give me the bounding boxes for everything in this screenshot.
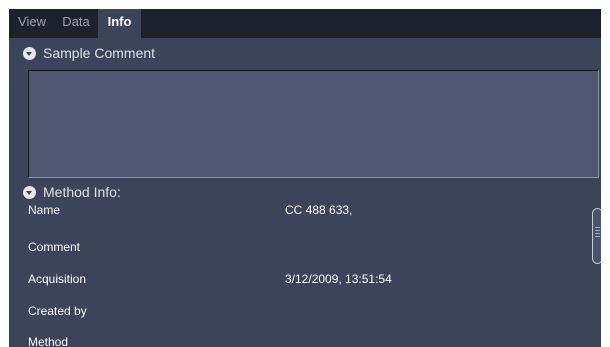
comment-label: Comment — [28, 240, 81, 254]
sample-comment-title: Sample Comment — [43, 45, 156, 61]
sample-comment-header[interactable]: Sample Comment — [23, 43, 155, 63]
info-panel: View Data Info Sample Comment Method Inf… — [9, 9, 601, 347]
collapse-arrow-icon[interactable] — [23, 46, 36, 60]
name-label: Name — [28, 203, 61, 217]
name-value: CC 488 633, — [285, 203, 353, 217]
method-label: Method — [28, 335, 69, 347]
tab-bar: View Data Info — [9, 9, 601, 38]
scrollbar-grip-icon[interactable] — [595, 227, 600, 239]
created-by-label: Created by — [28, 304, 87, 318]
tab-info[interactable]: Info — [98, 9, 141, 38]
vertical-scrollbar[interactable] — [592, 208, 601, 264]
sample-comment-field[interactable] — [28, 70, 599, 178]
acquisition-label: Acquisition — [28, 272, 87, 286]
method-info-title: Method Info: — [43, 184, 121, 200]
acquisition-value: 3/12/2009, 13:51:54 — [285, 272, 392, 286]
method-info-header[interactable]: Method Info: — [23, 182, 121, 202]
tab-view[interactable]: View — [9, 9, 55, 38]
tab-data[interactable]: Data — [55, 9, 97, 38]
collapse-arrow-icon[interactable] — [23, 185, 36, 199]
